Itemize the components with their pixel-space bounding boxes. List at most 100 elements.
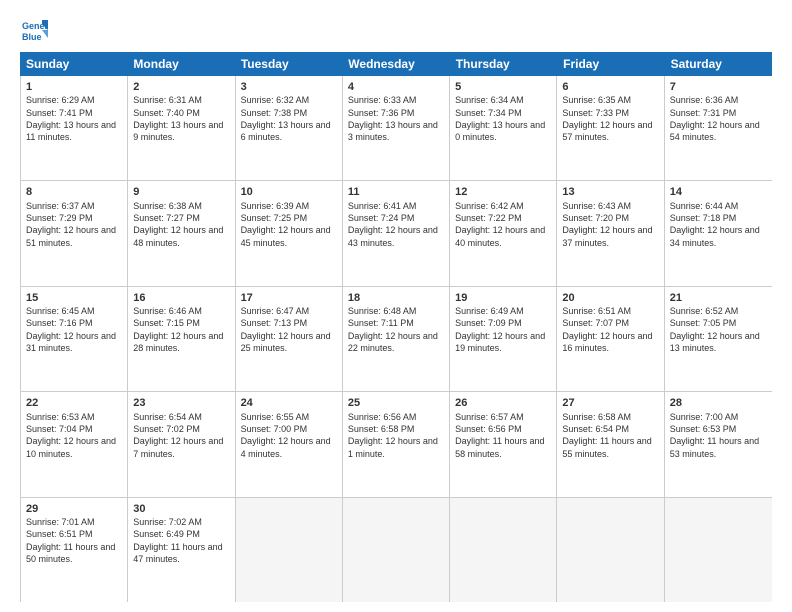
header-tuesday: Tuesday — [235, 52, 342, 76]
sunrise-text: Sunrise: 6:48 AM — [348, 306, 417, 316]
sunrise-text: Sunrise: 6:47 AM — [241, 306, 310, 316]
day-number: 10 — [241, 185, 337, 199]
sunset-text: Sunset: 7:02 PM — [133, 424, 200, 434]
week-row-4: 22 Sunrise: 6:53 AM Sunset: 7:04 PM Dayl… — [21, 392, 772, 497]
sunrise-text: Sunrise: 6:42 AM — [455, 201, 524, 211]
calendar-cell: 2 Sunrise: 6:31 AM Sunset: 7:40 PM Dayli… — [128, 76, 235, 180]
day-number: 17 — [241, 291, 337, 305]
daylight-text: Daylight: 11 hours and 53 minutes. — [670, 436, 759, 458]
calendar-cell: 21 Sunrise: 6:52 AM Sunset: 7:05 PM Dayl… — [665, 287, 772, 391]
daylight-text: Daylight: 12 hours and 7 minutes. — [133, 436, 223, 458]
week-row-1: 1 Sunrise: 6:29 AM Sunset: 7:41 PM Dayli… — [21, 76, 772, 181]
sunset-text: Sunset: 7:05 PM — [670, 318, 737, 328]
day-number: 11 — [348, 185, 444, 199]
daylight-text: Daylight: 12 hours and 37 minutes. — [562, 225, 652, 247]
day-number: 15 — [26, 291, 122, 305]
week-row-5: 29 Sunrise: 7:01 AM Sunset: 6:51 PM Dayl… — [21, 498, 772, 602]
calendar-cell: 8 Sunrise: 6:37 AM Sunset: 7:29 PM Dayli… — [21, 181, 128, 285]
sunset-text: Sunset: 6:53 PM — [670, 424, 737, 434]
daylight-text: Daylight: 12 hours and 22 minutes. — [348, 331, 438, 353]
sunrise-text: Sunrise: 6:55 AM — [241, 412, 310, 422]
calendar-cell: 24 Sunrise: 6:55 AM Sunset: 7:00 PM Dayl… — [236, 392, 343, 496]
sunset-text: Sunset: 6:51 PM — [26, 529, 93, 539]
sunset-text: Sunset: 7:33 PM — [562, 108, 629, 118]
sunrise-text: Sunrise: 6:46 AM — [133, 306, 202, 316]
sunrise-text: Sunrise: 6:54 AM — [133, 412, 202, 422]
sunset-text: Sunset: 6:56 PM — [455, 424, 522, 434]
day-number: 22 — [26, 396, 122, 410]
sunset-text: Sunset: 7:24 PM — [348, 213, 415, 223]
daylight-text: Daylight: 11 hours and 50 minutes. — [26, 542, 115, 564]
calendar-cell: 3 Sunrise: 6:32 AM Sunset: 7:38 PM Dayli… — [236, 76, 343, 180]
day-number: 20 — [562, 291, 658, 305]
calendar-cell: 29 Sunrise: 7:01 AM Sunset: 6:51 PM Dayl… — [21, 498, 128, 602]
calendar-cell: 19 Sunrise: 6:49 AM Sunset: 7:09 PM Dayl… — [450, 287, 557, 391]
daylight-text: Daylight: 13 hours and 6 minutes. — [241, 120, 331, 142]
day-number: 28 — [670, 396, 767, 410]
sunset-text: Sunset: 7:40 PM — [133, 108, 200, 118]
logo: General Blue — [20, 16, 48, 44]
day-number: 12 — [455, 185, 551, 199]
day-number: 1 — [26, 80, 122, 94]
svg-text:Blue: Blue — [22, 32, 42, 42]
day-number: 2 — [133, 80, 229, 94]
day-number: 8 — [26, 185, 122, 199]
sunset-text: Sunset: 7:13 PM — [241, 318, 308, 328]
daylight-text: Daylight: 13 hours and 0 minutes. — [455, 120, 545, 142]
calendar-cell: 1 Sunrise: 6:29 AM Sunset: 7:41 PM Dayli… — [21, 76, 128, 180]
sunset-text: Sunset: 7:15 PM — [133, 318, 200, 328]
calendar: Sunday Monday Tuesday Wednesday Thursday… — [20, 52, 772, 602]
sunrise-text: Sunrise: 6:44 AM — [670, 201, 739, 211]
calendar-cell: 10 Sunrise: 6:39 AM Sunset: 7:25 PM Dayl… — [236, 181, 343, 285]
sunset-text: Sunset: 7:31 PM — [670, 108, 737, 118]
daylight-text: Daylight: 12 hours and 34 minutes. — [670, 225, 760, 247]
logo-icon: General Blue — [20, 16, 48, 44]
day-number: 18 — [348, 291, 444, 305]
sunset-text: Sunset: 7:29 PM — [26, 213, 93, 223]
sunrise-text: Sunrise: 6:45 AM — [26, 306, 95, 316]
calendar-cell — [236, 498, 343, 602]
day-number: 29 — [26, 502, 122, 516]
calendar-cell: 28 Sunrise: 7:00 AM Sunset: 6:53 PM Dayl… — [665, 392, 772, 496]
calendar-cell: 23 Sunrise: 6:54 AM Sunset: 7:02 PM Dayl… — [128, 392, 235, 496]
daylight-text: Daylight: 12 hours and 43 minutes. — [348, 225, 438, 247]
calendar-cell — [557, 498, 664, 602]
sunrise-text: Sunrise: 6:34 AM — [455, 95, 524, 105]
sunset-text: Sunset: 6:58 PM — [348, 424, 415, 434]
calendar-cell: 17 Sunrise: 6:47 AM Sunset: 7:13 PM Dayl… — [236, 287, 343, 391]
sunrise-text: Sunrise: 6:33 AM — [348, 95, 417, 105]
calendar-cell — [665, 498, 772, 602]
sunrise-text: Sunrise: 6:53 AM — [26, 412, 95, 422]
sunset-text: Sunset: 7:38 PM — [241, 108, 308, 118]
sunrise-text: Sunrise: 6:37 AM — [26, 201, 95, 211]
sunrise-text: Sunrise: 6:52 AM — [670, 306, 739, 316]
sunrise-text: Sunrise: 7:02 AM — [133, 517, 202, 527]
sunset-text: Sunset: 7:22 PM — [455, 213, 522, 223]
week-row-2: 8 Sunrise: 6:37 AM Sunset: 7:29 PM Dayli… — [21, 181, 772, 286]
calendar-cell: 7 Sunrise: 6:36 AM Sunset: 7:31 PM Dayli… — [665, 76, 772, 180]
calendar-cell: 26 Sunrise: 6:57 AM Sunset: 6:56 PM Dayl… — [450, 392, 557, 496]
daylight-text: Daylight: 12 hours and 4 minutes. — [241, 436, 331, 458]
sunset-text: Sunset: 7:18 PM — [670, 213, 737, 223]
calendar-body: 1 Sunrise: 6:29 AM Sunset: 7:41 PM Dayli… — [20, 76, 772, 602]
calendar-cell: 15 Sunrise: 6:45 AM Sunset: 7:16 PM Dayl… — [21, 287, 128, 391]
header-monday: Monday — [127, 52, 234, 76]
sunset-text: Sunset: 7:04 PM — [26, 424, 93, 434]
header-sunday: Sunday — [20, 52, 127, 76]
daylight-text: Daylight: 12 hours and 28 minutes. — [133, 331, 223, 353]
day-number: 3 — [241, 80, 337, 94]
calendar-cell: 13 Sunrise: 6:43 AM Sunset: 7:20 PM Dayl… — [557, 181, 664, 285]
day-number: 24 — [241, 396, 337, 410]
calendar-cell: 11 Sunrise: 6:41 AM Sunset: 7:24 PM Dayl… — [343, 181, 450, 285]
sunrise-text: Sunrise: 6:51 AM — [562, 306, 631, 316]
calendar-cell: 9 Sunrise: 6:38 AM Sunset: 7:27 PM Dayli… — [128, 181, 235, 285]
day-number: 27 — [562, 396, 658, 410]
daylight-text: Daylight: 12 hours and 48 minutes. — [133, 225, 223, 247]
sunset-text: Sunset: 6:54 PM — [562, 424, 629, 434]
daylight-text: Daylight: 12 hours and 1 minute. — [348, 436, 438, 458]
header-friday: Friday — [557, 52, 664, 76]
sunset-text: Sunset: 7:09 PM — [455, 318, 522, 328]
sunrise-text: Sunrise: 6:58 AM — [562, 412, 631, 422]
daylight-text: Daylight: 12 hours and 51 minutes. — [26, 225, 116, 247]
sunrise-text: Sunrise: 7:00 AM — [670, 412, 739, 422]
